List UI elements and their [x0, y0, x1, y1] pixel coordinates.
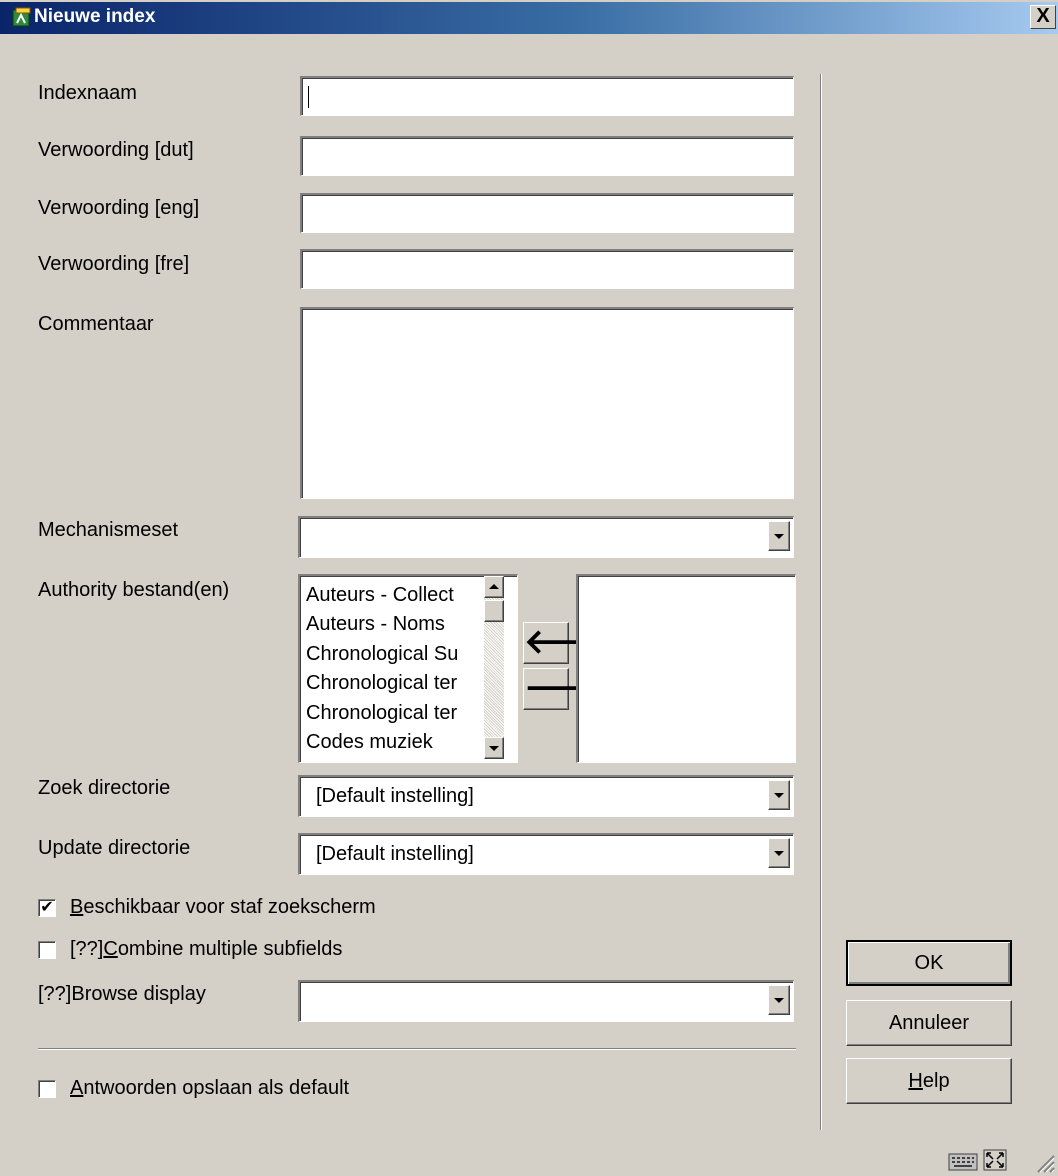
mechanismeset-label: Mechanismeset: [38, 519, 179, 541]
scroll-up-button[interactable]: [484, 576, 504, 598]
chevron-down-icon: [489, 746, 499, 751]
update-directorie-dropdown-button[interactable]: [768, 838, 790, 868]
chevron-up-icon: [489, 584, 499, 589]
beschikbaar-label[interactable]: Beschikbaar voor staf zoekscherm: [70, 896, 376, 919]
combine-accel: C: [103, 938, 118, 960]
indexnaam-label: Indexnaam: [38, 82, 137, 104]
beschikbaar-checkbox[interactable]: ✔: [38, 899, 56, 917]
title-bar: Nieuwe index X: [0, 0, 1058, 34]
combine-text: ombine multiple subfields: [117, 938, 343, 960]
verwoording-fre-label: Verwoording [fre]: [38, 253, 190, 275]
update-directorie-select[interactable]: [Default instelling]: [298, 833, 794, 875]
help-button[interactable]: Help: [846, 1058, 1012, 1104]
checkmark-icon: ✔: [40, 899, 54, 916]
resize-icon[interactable]: [982, 1148, 1008, 1172]
status-area: [948, 1142, 1058, 1176]
app-window-icon: [12, 7, 31, 27]
verwoording-dut-input[interactable]: [300, 136, 794, 176]
window-title: Nieuwe index: [34, 6, 156, 27]
beschikbaar-text: eschikbaar voor staf zoekscherm: [83, 896, 376, 918]
authority-label: Authority bestand(en): [38, 579, 230, 601]
chevron-down-icon: [774, 793, 784, 798]
commentaar-textarea[interactable]: [300, 307, 794, 499]
verwoording-fre-input[interactable]: [300, 249, 794, 289]
list-item[interactable]: Chronological ter: [306, 672, 457, 695]
authority-list-scrollbar[interactable]: [484, 576, 504, 759]
list-item[interactable]: Chronological ter: [306, 702, 457, 725]
list-item[interactable]: Codes muziek: [306, 731, 433, 754]
zoek-directorie-dropdown-button[interactable]: [768, 780, 790, 810]
indexnaam-input[interactable]: [300, 76, 794, 116]
authority-available-list[interactable]: Auteurs - Collect Auteurs - Noms Chronol…: [298, 574, 518, 763]
add-authority-button[interactable]: 🡐: [523, 622, 615, 664]
chevron-down-icon: [774, 851, 784, 856]
authority-selected-list[interactable]: [576, 574, 796, 763]
mechanismeset-dropdown-button[interactable]: [768, 521, 790, 551]
size-grip-icon[interactable]: [1032, 1150, 1056, 1174]
chevron-down-icon: [774, 998, 784, 1003]
vertical-divider: [820, 74, 822, 1130]
antwoorden-label[interactable]: Antwoorden opslaan als default: [70, 1077, 349, 1100]
remove-authority-button[interactable]: 🡒: [523, 668, 615, 710]
scroll-down-button[interactable]: [484, 737, 504, 759]
zoek-directorie-value: [Default instelling]: [316, 785, 474, 807]
authority-available-viewport: Auteurs - Collect Auteurs - Noms Chronol…: [300, 576, 484, 759]
antwoorden-accel: A: [70, 1077, 84, 1099]
update-directorie-label: Update directorie: [38, 837, 191, 859]
combine-prefix: [??]: [70, 938, 104, 960]
antwoorden-text: ntwoorden opslaan als default: [83, 1077, 350, 1099]
verwoording-dut-label: Verwoording [dut]: [38, 139, 194, 161]
scrollbar-thumb[interactable]: [484, 600, 504, 622]
zoek-directorie-label: Zoek directorie: [38, 777, 171, 799]
text-caret: [308, 86, 309, 108]
verwoording-eng-input[interactable]: [300, 193, 794, 233]
mechanismeset-select[interactable]: [298, 516, 794, 558]
list-item[interactable]: Auteurs - Collect: [306, 584, 454, 607]
antwoorden-checkbox[interactable]: [38, 1080, 56, 1098]
commentaar-label: Commentaar: [38, 313, 154, 335]
browse-display-label: [??]Browse display: [38, 983, 206, 1005]
browse-display-select[interactable]: [298, 980, 794, 1022]
list-item[interactable]: Auteurs - Noms: [306, 613, 445, 636]
update-directorie-value: [Default instelling]: [316, 843, 474, 865]
beschikbaar-accel: B: [70, 896, 84, 918]
horizontal-divider: [38, 1048, 796, 1050]
combine-label[interactable]: [??]Combine multiple subfields: [70, 938, 342, 961]
zoek-directorie-select[interactable]: [Default instelling]: [298, 775, 794, 817]
ok-button[interactable]: OK: [846, 940, 1012, 986]
close-button[interactable]: X: [1030, 5, 1056, 29]
verwoording-eng-label: Verwoording [eng]: [38, 197, 200, 219]
browse-display-dropdown-button[interactable]: [768, 985, 790, 1015]
combine-checkbox[interactable]: [38, 941, 56, 959]
cancel-button[interactable]: Annuleer: [846, 1000, 1012, 1046]
help-text: elp: [922, 1070, 950, 1092]
list-item[interactable]: Chronological Su: [306, 643, 458, 666]
chevron-down-icon: [774, 534, 784, 539]
help-accel: H: [908, 1070, 923, 1092]
keyboard-icon[interactable]: [948, 1150, 978, 1172]
